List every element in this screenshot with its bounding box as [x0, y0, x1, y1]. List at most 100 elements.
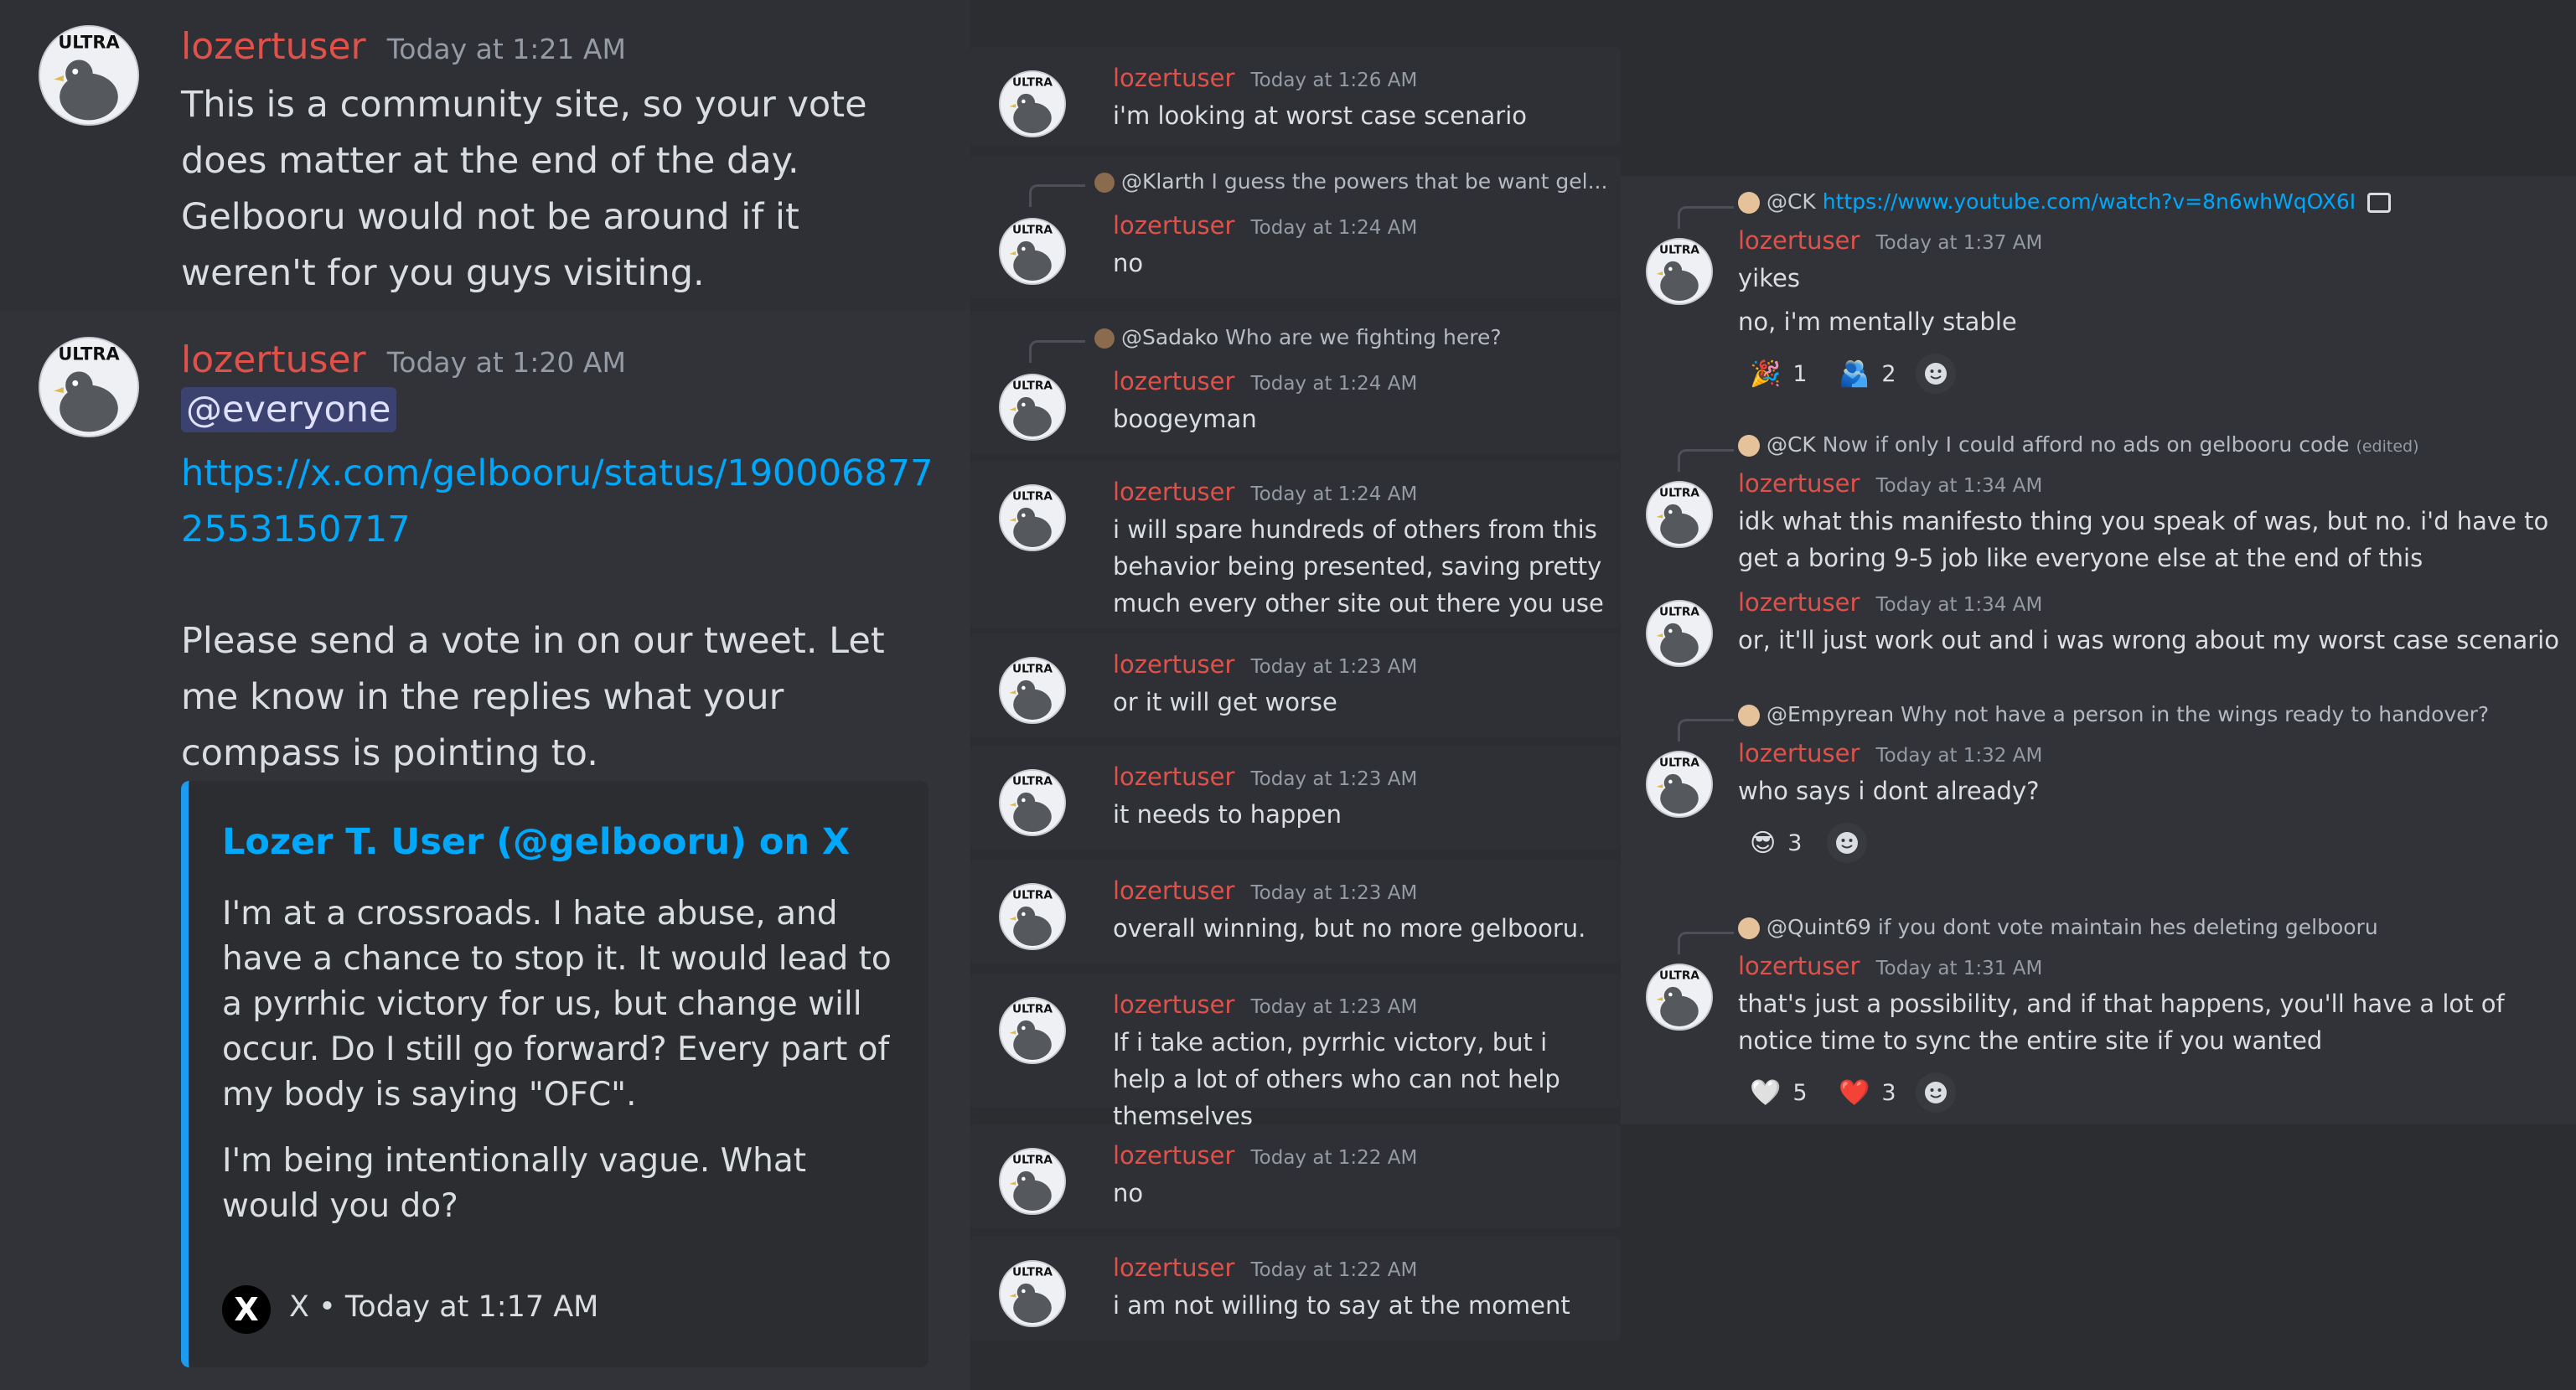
add-reaction-button[interactable]: [1827, 823, 1867, 863]
svg-text:ULTRA: ULTRA: [1012, 224, 1053, 237]
avatar[interactable]: ULTRA: [1646, 238, 1713, 305]
reply-preview[interactable]: @CK https://www.youtube.com/watch?v=8n6w…: [1738, 189, 2392, 214]
message[interactable]: ULTRA lozertuser Today at 1:20 AM @every…: [0, 318, 970, 1390]
embed-title[interactable]: Lozer T. User (@gelbooru) on X: [222, 821, 850, 863]
middle-panel: ULTRA lozertuser Today at 1:26 AM i'm lo…: [970, 0, 1621, 1390]
reply-preview[interactable]: @Klarth I guess the powers that be want …: [1094, 169, 1607, 194]
message[interactable]: ULTRA lozertuser Today at 1:23 AM it nee…: [970, 746, 1621, 850]
avatar[interactable]: ULTRA: [999, 374, 1066, 441]
right-panel-top: [1621, 0, 2576, 176]
svg-text:ULTRA: ULTRA: [58, 33, 120, 53]
reaction-pill[interactable]: 🤍 5: [1738, 1071, 1817, 1114]
message[interactable]: ULTRA lozertuser Today at 1:34 AM or, it…: [1621, 575, 2576, 675]
message[interactable]: ULTRA lozertuser Today at 1:22 AM no: [970, 1124, 1621, 1228]
reaction-pill[interactable]: ❤️ 3: [1827, 1071, 1906, 1114]
timestamp: Today at 1:24 AM: [1250, 373, 1418, 395]
message[interactable]: ULTRA lozertuser Today at 1:23 AM or it …: [970, 633, 1621, 737]
message[interactable]: ULTRA lozertuser Today at 1:24 AM i will…: [970, 461, 1621, 628]
reply-text[interactable]: https://www.youtube.com/watch?v=8n6whWqO…: [1823, 189, 2356, 214]
reply-text: Why not have a person in the wings ready…: [1901, 702, 2490, 726]
avatar[interactable]: ULTRA: [999, 997, 1066, 1064]
reply-preview[interactable]: @Empyrean Why not have a person in the w…: [1738, 702, 2489, 726]
reply-connector: [1029, 184, 1085, 207]
avatar[interactable]: ULTRA: [1646, 964, 1713, 1031]
username[interactable]: lozertuser: [1738, 739, 1860, 767]
reply-username[interactable]: @Quint69: [1766, 915, 1871, 939]
reply-avatar-icon: [1738, 435, 1760, 457]
add-reaction-button[interactable]: [1916, 354, 1956, 394]
avatar[interactable]: ULTRA: [999, 70, 1066, 137]
timestamp: Today at 1:34 AM: [1875, 594, 2043, 616]
svg-text:ULTRA: ULTRA: [1012, 1154, 1053, 1167]
reaction-pill[interactable]: 🫂 2: [1827, 352, 1906, 395]
avatar[interactable]: ULTRA: [999, 769, 1066, 836]
username[interactable]: lozertuser: [1113, 1141, 1234, 1170]
username[interactable]: lozertuser: [181, 338, 366, 381]
username[interactable]: lozertuser: [1113, 64, 1234, 92]
reply-preview[interactable]: @Quint69 if you dont vote maintain hes d…: [1738, 915, 2378, 939]
message-text: i am not willing to say at the moment: [1113, 1291, 1570, 1320]
avatar[interactable]: ULTRA: [999, 1148, 1066, 1215]
svg-text:ULTRA: ULTRA: [1659, 757, 1699, 770]
avatar[interactable]: ULTRA: [999, 484, 1066, 551]
timestamp: Today at 1:23 AM: [1250, 996, 1418, 1018]
timestamp: Today at 1:31 AM: [1875, 958, 2043, 979]
message[interactable]: @Empyrean Why not have a person in the w…: [1621, 689, 2576, 890]
avatar[interactable]: ULTRA: [1646, 751, 1713, 818]
username[interactable]: lozertuser: [181, 25, 366, 68]
svg-text:ULTRA: ULTRA: [1659, 969, 1699, 983]
message[interactable]: @Sadako Who are we fighting here? ULTRA …: [970, 312, 1621, 454]
reaction-pill[interactable]: 🎉 1: [1738, 352, 1817, 395]
reply-username[interactable]: @Sadako: [1121, 325, 1218, 349]
avatar[interactable]: ULTRA: [1646, 600, 1713, 667]
message[interactable]: ULTRA lozertuser Today at 1:23 AM overal…: [970, 860, 1621, 964]
avatar[interactable]: ULTRA: [999, 218, 1066, 285]
reply-preview[interactable]: @Sadako Who are we fighting here?: [1094, 325, 1502, 349]
embed-body: I'm being intentionally vague. What woul…: [222, 1142, 807, 1225]
avatar[interactable]: ULTRA: [1646, 481, 1713, 548]
penguin-avatar-icon: ULTRA: [1001, 999, 1064, 1062]
username[interactable]: lozertuser: [1113, 478, 1234, 506]
reply-username[interactable]: @Klarth: [1121, 169, 1205, 194]
reaction-count: 2: [1881, 360, 1896, 387]
username[interactable]: lozertuser: [1738, 469, 1860, 498]
svg-text:ULTRA: ULTRA: [1012, 490, 1053, 504]
tweet-link[interactable]: https://x.com/gelbooru/status/1900068772…: [181, 446, 935, 558]
username[interactable]: lozertuser: [1738, 588, 1860, 617]
reaction-pill[interactable]: 😎 3: [1738, 821, 1817, 865]
username[interactable]: lozertuser: [1113, 211, 1234, 240]
username[interactable]: lozertuser: [1113, 876, 1234, 905]
message-text: idk what this manifesto thing you speak …: [1738, 507, 2549, 572]
avatar[interactable]: ULTRA: [39, 337, 139, 437]
username[interactable]: lozertuser: [1113, 367, 1234, 395]
username[interactable]: lozertuser: [1113, 650, 1234, 679]
reply-username[interactable]: @CK: [1766, 189, 1816, 214]
message[interactable]: ULTRA lozertuser Today at 1:22 AM i am n…: [970, 1237, 1621, 1341]
username[interactable]: lozertuser: [1113, 762, 1234, 791]
reply-username[interactable]: @Empyrean: [1766, 702, 1894, 726]
reply-avatar-icon: [1738, 192, 1760, 214]
message[interactable]: ULTRA lozertuser Today at 1:23 AM If i t…: [970, 974, 1621, 1130]
reply-preview[interactable]: @CK Now if only I could afford no ads on…: [1738, 432, 2419, 457]
message[interactable]: @CK Now if only I could afford no ads on…: [1621, 419, 2576, 572]
avatar[interactable]: ULTRA: [999, 1260, 1066, 1327]
reaction-emoji-icon: 😎: [1750, 828, 1777, 858]
message-text: that's just a possibility, and if that h…: [1738, 990, 2505, 1055]
add-reaction-button[interactable]: [1916, 1072, 1956, 1113]
avatar[interactable]: ULTRA: [999, 657, 1066, 724]
message[interactable]: ULTRA lozertuser Today at 1:26 AM i'm lo…: [970, 47, 1621, 146]
message[interactable]: @CK https://www.youtube.com/watch?v=8n6w…: [1621, 176, 2576, 395]
username[interactable]: lozertuser: [1113, 990, 1234, 1019]
username[interactable]: lozertuser: [1738, 226, 1860, 255]
message[interactable]: @Klarth I guess the powers that be want …: [970, 156, 1621, 298]
avatar[interactable]: ULTRA: [999, 883, 1066, 950]
message[interactable]: ULTRA lozertuser Today at 1:21 AM This i…: [0, 0, 970, 310]
username[interactable]: lozertuser: [1738, 952, 1860, 980]
username[interactable]: lozertuser: [1113, 1253, 1234, 1282]
everyone-mention[interactable]: @everyone: [181, 387, 396, 432]
message-text: This is a community site, so your vote d…: [181, 84, 867, 294]
penguin-avatar-icon: ULTRA: [1001, 72, 1064, 136]
avatar[interactable]: ULTRA: [39, 25, 139, 126]
message[interactable]: @Quint69 if you dont vote maintain hes d…: [1621, 902, 2576, 1124]
reply-username[interactable]: @CK: [1766, 432, 1816, 457]
